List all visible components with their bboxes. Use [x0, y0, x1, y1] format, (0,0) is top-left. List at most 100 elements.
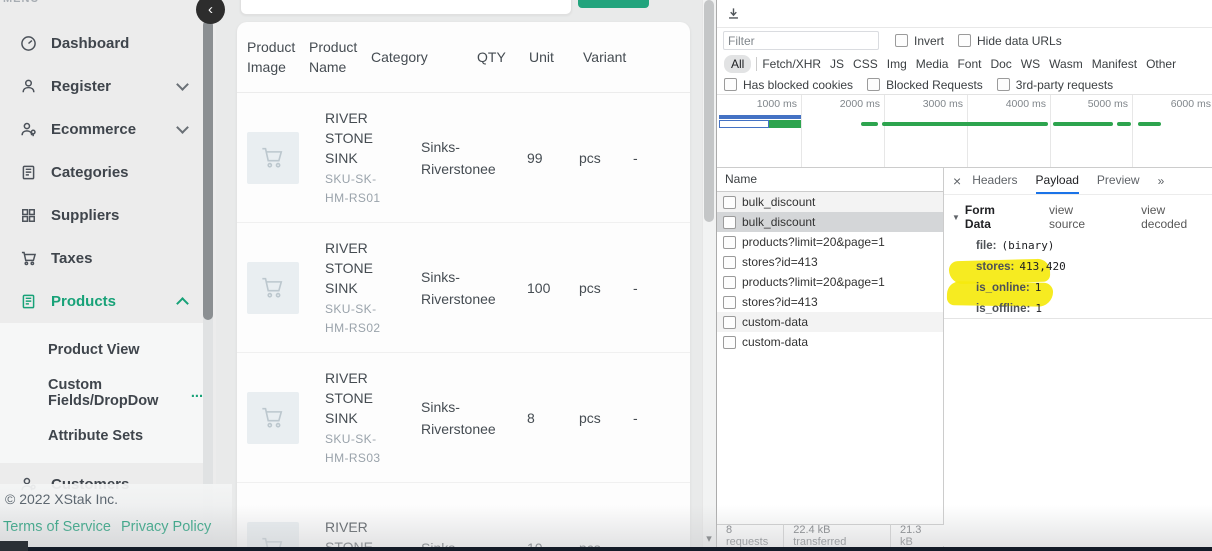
column-header[interactable]: QTY [477, 47, 529, 67]
hide-data-urls-label: Hide data URLs [977, 34, 1062, 48]
request-checkbox[interactable] [723, 316, 736, 329]
request-checkbox[interactable] [723, 256, 736, 269]
type-tab-font[interactable]: Font [957, 57, 981, 71]
terms-of-service-link[interactable]: Terms of Service [3, 519, 111, 535]
has-blocked-cookies-label: Has blocked cookies [743, 78, 853, 92]
timeline-green-bar [769, 120, 801, 128]
name-column-header[interactable]: Name [717, 168, 943, 192]
requests-pane: Name bulk_discount bulk_discount product… [717, 168, 944, 551]
type-tab-js[interactable]: JS [830, 57, 844, 71]
type-tab-ws[interactable]: WS [1021, 57, 1040, 71]
sidebar-item-categories[interactable]: Categories [0, 151, 203, 194]
type-tab-doc[interactable]: Doc [990, 57, 1011, 71]
person-icon [20, 78, 37, 95]
network-filter-input[interactable] [723, 31, 879, 50]
disclosure-triangle-icon[interactable]: ▼ [952, 213, 960, 222]
column-header[interactable]: Product Name [309, 37, 371, 77]
sidebar-scrollbar-thumb[interactable] [203, 20, 213, 320]
sidebar-item-taxes[interactable]: Taxes [0, 237, 203, 280]
column-header[interactable]: Variant [583, 47, 628, 67]
column-header[interactable]: Category [371, 47, 477, 67]
sidebar-item-ecommerce[interactable]: Ecommerce [0, 108, 203, 151]
blocked-requests-checkbox[interactable] [867, 78, 880, 91]
sidebar-item-products[interactable]: Products [0, 280, 203, 323]
request-row[interactable]: products?limit=20&page=1 [717, 272, 943, 292]
type-tab-wasm[interactable]: Wasm [1049, 57, 1083, 71]
sidebar-item-label: Suppliers [51, 207, 119, 224]
request-row[interactable]: custom-data [717, 332, 943, 352]
type-tab-img[interactable]: Img [887, 57, 907, 71]
scrollbar-down-arrow[interactable]: ▾ [702, 531, 716, 547]
submenu-item-custom-fields[interactable]: Custom Fields/DropDow... [0, 371, 203, 414]
submenu-item-attribute-sets[interactable]: Attribute Sets [0, 414, 203, 457]
sidebar-item-dashboard[interactable]: Dashboard [0, 22, 203, 65]
request-row[interactable]: products?limit=20&page=1 [717, 232, 943, 252]
table-row[interactable]: RIVER STONE SINK SKU-SK-HM-RS02 Sinks-Ri… [237, 223, 690, 353]
third-party-requests-checkbox[interactable] [997, 78, 1010, 91]
request-checkbox[interactable] [723, 276, 736, 289]
request-checkbox[interactable] [723, 196, 736, 209]
type-tab-media[interactable]: Media [916, 57, 949, 71]
timeline-blue-bar [719, 115, 801, 119]
timeline-tick-label: 4000 ms [976, 98, 1046, 110]
collapse-chevron-icon: ‹ [208, 2, 213, 17]
request-checkbox[interactable] [723, 236, 736, 249]
product-image-cell [247, 392, 325, 444]
view-decoded-link[interactable]: view decoded [1141, 203, 1212, 231]
network-overview-timeline[interactable]: 1000 ms 2000 ms 3000 ms 4000 ms 5000 ms … [717, 94, 1212, 168]
page-scrollbar-thumb[interactable] [704, 0, 714, 222]
request-row[interactable]: stores?id=413 [717, 292, 943, 312]
request-name: bulk_discount [742, 215, 815, 229]
search-input[interactable] [240, 0, 572, 15]
type-tab-other[interactable]: Other [1146, 57, 1176, 71]
hide-data-urls-checkbox[interactable] [958, 34, 971, 47]
more-tabs-icon[interactable]: » [1158, 174, 1165, 188]
submenu-item-label: Attribute Sets [48, 428, 143, 444]
request-checkbox[interactable] [723, 296, 736, 309]
product-sku: SKU-SK-HM-RS03 [325, 430, 387, 468]
has-blocked-cookies-checkbox[interactable] [724, 78, 737, 91]
request-checkbox[interactable] [723, 336, 736, 349]
product-image-cell [247, 132, 325, 184]
request-row[interactable]: stores?id=413 [717, 252, 943, 272]
timeline-gridline [1132, 95, 1133, 167]
request-row[interactable]: custom-data [717, 312, 943, 332]
column-header[interactable]: Unit [529, 47, 583, 67]
request-row-selected[interactable]: bulk_discount [717, 212, 943, 232]
timeline-request-bar [861, 122, 878, 126]
table-row[interactable]: RIVER STONE SINK Sinks- 10 pcs - [237, 483, 690, 551]
table-row[interactable]: RIVER STONE SINK SKU-SK-HM-RS03 Sinks-Ri… [237, 353, 690, 483]
form-data-section-header[interactable]: ▼ Form Data view source view decoded [952, 203, 1212, 231]
close-icon[interactable]: × [953, 173, 961, 189]
column-header[interactable]: Product Image [247, 37, 309, 77]
tab-headers[interactable]: Headers [972, 168, 1017, 194]
product-name: RIVER STONE SINK [325, 368, 387, 428]
menu-section-label: MENU [3, 0, 39, 5]
products-icon [20, 293, 37, 310]
table-row[interactable]: RIVER STONE SINK SKU-SK-HM-RS01 Sinks-Ri… [237, 93, 690, 223]
devtools-split-panes: Name bulk_discount bulk_discount product… [717, 168, 1212, 551]
view-source-link[interactable]: view source [1049, 203, 1111, 231]
primary-action-button[interactable] [578, 0, 649, 8]
request-row[interactable]: bulk_discount [717, 192, 943, 212]
tab-payload[interactable]: Payload [1036, 168, 1079, 194]
sidebar-item-register[interactable]: Register [0, 65, 203, 108]
privacy-policy-link[interactable]: Privacy Policy [121, 519, 211, 535]
request-checkbox[interactable] [723, 216, 736, 229]
type-tab-manifest[interactable]: Manifest [1092, 57, 1137, 71]
submenu-item-product-view[interactable]: Product View [0, 328, 203, 371]
timeline-tick-label: 2000 ms [810, 98, 880, 110]
import-har-icon[interactable] [727, 7, 740, 20]
sidebar-item-suppliers[interactable]: Suppliers [0, 194, 203, 237]
product-name-cell: RIVER STONE SINK [325, 517, 421, 551]
type-tab-fetch-xhr[interactable]: Fetch/XHR [762, 57, 821, 71]
timeline-gridline [1050, 95, 1051, 167]
form-data-value: (binary) [1001, 239, 1054, 252]
type-tab-css[interactable]: CSS [853, 57, 878, 71]
product-sku: SKU-SK-HM-RS01 [325, 170, 387, 208]
devtools-toolbar [717, 0, 1212, 28]
form-data-key: file: [976, 240, 996, 252]
tab-preview[interactable]: Preview [1097, 168, 1140, 194]
type-tab-all[interactable]: All [724, 55, 751, 73]
invert-checkbox[interactable] [895, 34, 908, 47]
